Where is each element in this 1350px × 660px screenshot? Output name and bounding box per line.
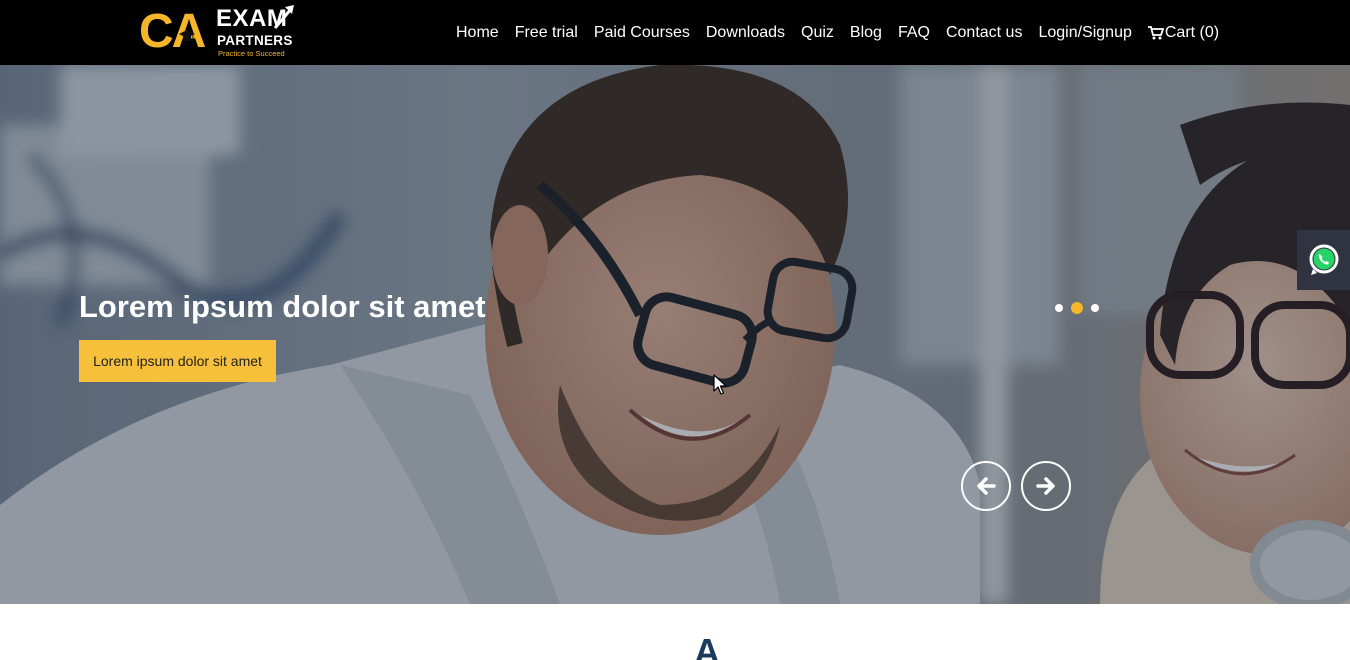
nav-blog[interactable]: Blog bbox=[842, 24, 890, 42]
slider-dot-1[interactable] bbox=[1055, 304, 1063, 312]
nav-free-trial[interactable]: Free trial bbox=[507, 24, 586, 42]
nav-contact-us[interactable]: Contact us bbox=[938, 24, 1030, 42]
hero-cta-button[interactable]: Lorem ipsum dolor sit amet bbox=[79, 340, 276, 382]
nav-cart[interactable]: Cart (0) bbox=[1140, 24, 1227, 42]
nav-login-signup[interactable]: Login/Signup bbox=[1030, 24, 1139, 42]
arrow-left-icon bbox=[977, 477, 996, 495]
graduation-cap-icon bbox=[179, 30, 195, 41]
slider-pagination bbox=[1055, 302, 1111, 314]
logo-tagline: Practice to Succeed bbox=[218, 49, 285, 58]
cart-label: Cart (0) bbox=[1164, 23, 1220, 41]
brand-logo[interactable]: CA EXAM PARTNERS Practice to Succeed bbox=[139, 4, 299, 60]
hero-slider: Lorem ipsum dolor sit amet Lorem ipsum d… bbox=[0, 65, 1350, 604]
main-nav: Home Free trial Paid Courses Downloads Q… bbox=[448, 0, 1227, 65]
whatsapp-float-button[interactable] bbox=[1297, 230, 1350, 290]
nav-quiz[interactable]: Quiz bbox=[793, 24, 842, 42]
section-heading-peek: A bbox=[694, 631, 720, 660]
nav-downloads[interactable]: Downloads bbox=[698, 24, 793, 42]
hero-title: Lorem ipsum dolor sit amet bbox=[79, 289, 486, 324]
shopping-cart-icon bbox=[1147, 25, 1164, 39]
hero-overlay bbox=[0, 65, 1350, 604]
slider-dot-3[interactable] bbox=[1091, 304, 1099, 312]
mouse-cursor-icon bbox=[713, 374, 727, 395]
nav-home[interactable]: Home bbox=[448, 24, 507, 42]
trend-arrow-icon bbox=[273, 5, 294, 29]
nav-paid-courses[interactable]: Paid Courses bbox=[586, 24, 698, 42]
logo-partners-text: PARTNERS bbox=[217, 33, 293, 48]
nav-faq[interactable]: FAQ bbox=[890, 24, 938, 42]
whatsapp-icon bbox=[1309, 244, 1338, 275]
arrow-right-icon bbox=[1036, 477, 1055, 495]
slider-dot-2[interactable] bbox=[1071, 302, 1083, 314]
navbar: CA EXAM PARTNERS Practice to Succeed Hom… bbox=[0, 0, 1350, 65]
slider-next-button[interactable] bbox=[1021, 461, 1071, 511]
slider-prev-button[interactable] bbox=[961, 461, 1011, 511]
